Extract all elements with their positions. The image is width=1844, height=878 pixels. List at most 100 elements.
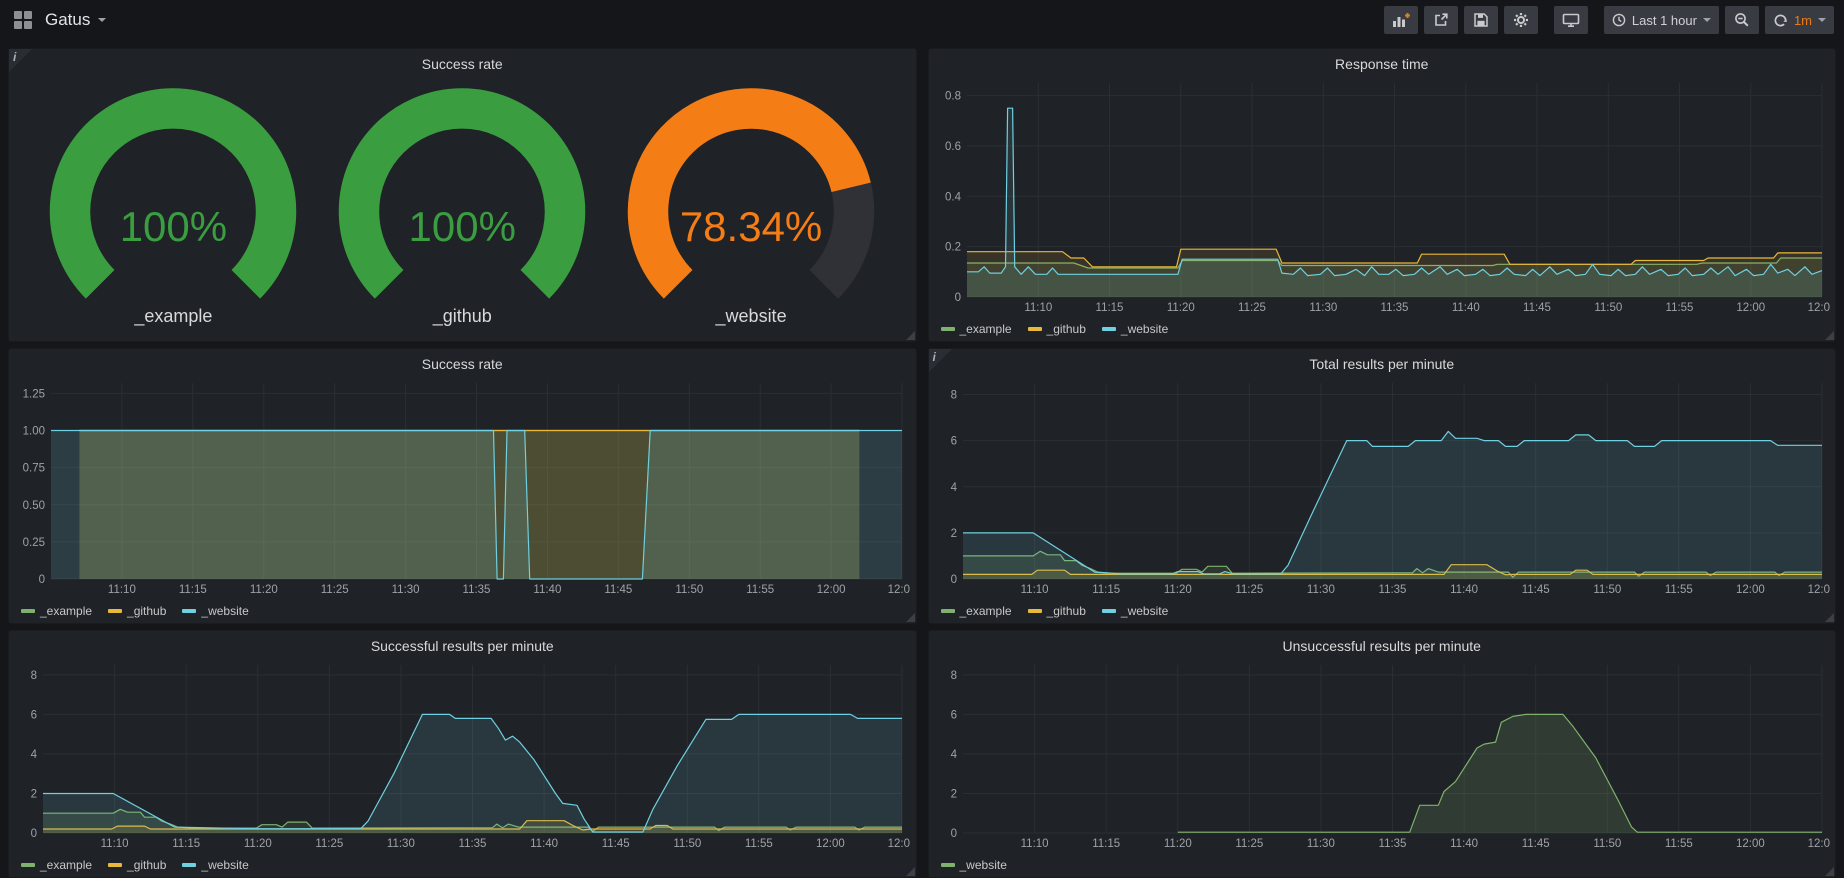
gauge-group: 100%_example100%_github78.34%_website	[9, 77, 916, 327]
panel-resize-handle[interactable]	[906, 331, 915, 340]
panel-response-time: Response time 11:1011:1511:2011:2511:301…	[928, 48, 1837, 342]
dashboard-title-dropdown[interactable]: Gatus	[45, 10, 106, 30]
panel-title[interactable]: Response time	[929, 49, 1836, 77]
total-results-chart[interactable]: 11:1011:1511:2011:2511:3011:3511:4011:45…	[933, 377, 1830, 597]
panel-title[interactable]: Success rate	[9, 349, 916, 377]
svg-text:0.25: 0.25	[23, 537, 45, 549]
monitor-icon	[1562, 12, 1580, 28]
legend-swatch-icon	[1028, 609, 1042, 613]
legend-item-_github[interactable]: _github	[108, 604, 166, 618]
panel-title[interactable]: Unsuccessful results per minute	[929, 631, 1836, 659]
panel-success-rate-gauges: i Success rate 100%_example100%_github78…	[8, 48, 917, 342]
success-rate-chart[interactable]: 11:1011:1511:2011:2511:3011:3511:4011:45…	[13, 377, 910, 597]
svg-text:0.2: 0.2	[945, 242, 961, 254]
svg-text:11:20: 11:20	[250, 584, 278, 596]
legend-item-_example[interactable]: _example	[21, 604, 92, 618]
panel-title[interactable]: Total results per minute	[929, 349, 1836, 377]
svg-text:0.4: 0.4	[945, 191, 962, 203]
legend-item-_website[interactable]: _website	[182, 858, 248, 872]
svg-text:11:50: 11:50	[673, 838, 701, 850]
unsuccessful-results-chart[interactable]: 11:1011:1511:2011:2511:3011:3511:4011:45…	[933, 659, 1830, 851]
svg-text:8: 8	[950, 670, 956, 682]
svg-text:4: 4	[950, 749, 957, 761]
legend-item-_github[interactable]: _github	[1028, 322, 1086, 336]
svg-text:6: 6	[950, 709, 956, 721]
svg-text:4: 4	[31, 749, 38, 761]
successful-results-chart[interactable]: 11:1011:1511:2011:2511:3011:3511:4011:45…	[13, 659, 910, 851]
svg-text:11:45: 11:45	[604, 584, 632, 596]
legend-item-_example[interactable]: _example	[941, 322, 1012, 336]
svg-text:11:30: 11:30	[1306, 838, 1334, 850]
panel-info-icon[interactable]: i	[929, 349, 952, 372]
svg-text:1.25: 1.25	[23, 388, 45, 400]
legend-item-_github[interactable]: _github	[108, 858, 166, 872]
legend-swatch-icon	[1102, 327, 1116, 331]
legend-item-_website[interactable]: _website	[941, 858, 1007, 872]
refresh-button[interactable]: 1m	[1765, 6, 1834, 34]
svg-text:11:25: 11:25	[315, 838, 343, 850]
svg-text:2: 2	[950, 789, 956, 801]
zoom-out-button[interactable]	[1725, 6, 1759, 34]
svg-text:0.6: 0.6	[945, 141, 961, 153]
panel-resize-handle[interactable]	[906, 613, 915, 622]
panel-title[interactable]: Successful results per minute	[9, 631, 916, 659]
zoom-out-icon	[1734, 12, 1750, 28]
svg-text:11:35: 11:35	[1378, 584, 1406, 596]
dashboard-title: Gatus	[45, 10, 90, 30]
svg-text:11:10: 11:10	[1020, 584, 1048, 596]
cycle-view-button[interactable]	[1554, 6, 1588, 34]
legend-item-_website[interactable]: _website	[182, 604, 248, 618]
gauge-value: 100%	[38, 203, 308, 251]
svg-text:8: 8	[950, 390, 956, 402]
legend-item-_example[interactable]: _example	[21, 858, 92, 872]
svg-text:11:15: 11:15	[1092, 584, 1120, 596]
svg-text:11:20: 11:20	[1163, 584, 1191, 596]
time-range-label: Last 1 hour	[1632, 13, 1697, 28]
svg-text:11:35: 11:35	[1380, 302, 1408, 314]
share-button[interactable]	[1424, 6, 1458, 34]
save-button[interactable]	[1464, 6, 1498, 34]
panel-success-rate-graph: Success rate 11:1011:1511:2011:2511:3011…	[8, 348, 917, 624]
settings-button[interactable]	[1504, 6, 1538, 34]
chart-legend: _website	[941, 858, 1007, 872]
caret-down-icon	[98, 18, 106, 22]
svg-text:11:55: 11:55	[746, 584, 774, 596]
chart-legend: _example _github _website	[21, 858, 249, 872]
panel-resize-handle[interactable]	[1825, 331, 1834, 340]
panel-info-icon[interactable]: i	[9, 49, 32, 72]
panel-resize-handle[interactable]	[906, 867, 915, 876]
svg-text:11:45: 11:45	[1521, 838, 1549, 850]
legend-item-_website[interactable]: _website	[1102, 322, 1168, 336]
svg-text:11:25: 11:25	[1238, 302, 1266, 314]
gauge-label: _website	[616, 306, 886, 327]
svg-text:12:00: 12:00	[1736, 838, 1765, 850]
panel-resize-handle[interactable]	[1825, 867, 1834, 876]
response-time-chart[interactable]: 11:1011:1511:2011:2511:3011:3511:4011:45…	[933, 77, 1830, 315]
svg-text:0: 0	[950, 574, 956, 586]
navbar: Gatus Last 1 hour 1m	[0, 0, 1844, 40]
svg-text:1.00: 1.00	[23, 426, 45, 438]
svg-text:11:40: 11:40	[530, 838, 558, 850]
svg-text:12:05: 12:05	[888, 838, 910, 850]
time-range-picker[interactable]: Last 1 hour	[1604, 6, 1719, 34]
svg-text:12:00: 12:00	[816, 838, 845, 850]
panel-successful-results: Successful results per minute 11:1011:15…	[8, 630, 917, 878]
dashboard-grid: i Success rate 100%_example100%_github78…	[0, 40, 1844, 878]
svg-text:0: 0	[950, 828, 956, 840]
legend-swatch-icon	[941, 863, 955, 867]
legend-swatch-icon	[182, 863, 196, 867]
panel-title[interactable]: Success rate	[9, 49, 916, 77]
legend-swatch-icon	[941, 609, 955, 613]
legend-item-_example[interactable]: _example	[941, 604, 1012, 618]
svg-text:2: 2	[31, 789, 37, 801]
panel-resize-handle[interactable]	[1825, 613, 1834, 622]
grafana-logo-grid-icon[interactable]	[14, 11, 32, 29]
legend-item-_github[interactable]: _github	[1028, 604, 1086, 618]
svg-text:4: 4	[950, 482, 957, 494]
legend-item-_website[interactable]: _website	[1102, 604, 1168, 618]
gear-icon	[1513, 12, 1529, 28]
svg-text:11:20: 11:20	[244, 838, 272, 850]
refresh-interval-label: 1m	[1794, 13, 1812, 28]
svg-text:11:15: 11:15	[1095, 302, 1123, 314]
add-panel-button[interactable]	[1384, 6, 1418, 34]
